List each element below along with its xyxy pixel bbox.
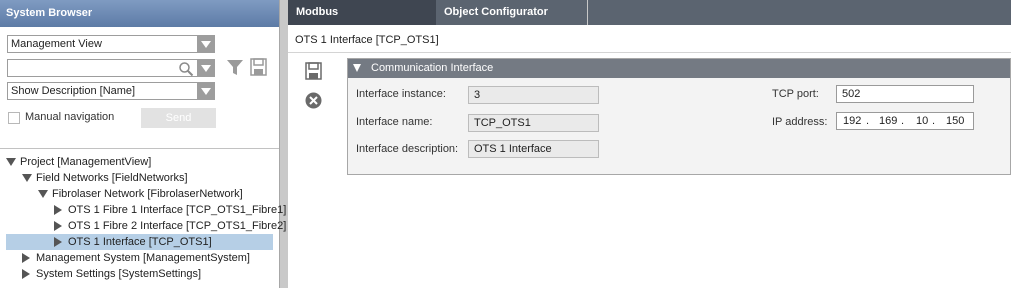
tree-item[interactable]: OTS 1 Fibre 2 Interface [TCP_OTS1_Fibre2… bbox=[0, 218, 286, 234]
tree-item[interactable]: Fibrolaser Network [FibrolaserNetwork] bbox=[0, 186, 279, 202]
chevron-down-icon[interactable] bbox=[197, 36, 214, 52]
tab-modbus[interactable]: Modbus bbox=[288, 0, 436, 25]
object-title: OTS 1 Interface [TCP_OTS1] bbox=[295, 34, 439, 46]
tab-bar: Modbus Object Configurator bbox=[288, 0, 1011, 25]
ip-octet-2[interactable]: 169 bbox=[879, 113, 897, 129]
ip-address-label: IP address: bbox=[772, 116, 828, 128]
expand-right-icon[interactable] bbox=[22, 269, 30, 279]
system-browser-title: System Browser bbox=[0, 0, 279, 27]
interface-instance-field: 3 bbox=[468, 86, 599, 104]
divider bbox=[288, 52, 1011, 53]
chevron-down-icon[interactable] bbox=[197, 60, 214, 76]
ip-octet-4[interactable]: 150 bbox=[946, 113, 964, 129]
tree-item[interactable]: Management System [ManagementSystem] bbox=[0, 250, 279, 266]
view-select-value: Management View bbox=[11, 38, 102, 50]
expand-down-icon[interactable] bbox=[6, 158, 16, 166]
save-icon[interactable] bbox=[250, 58, 267, 76]
description-select[interactable]: Show Description [Name] bbox=[7, 82, 215, 100]
save-icon[interactable] bbox=[305, 62, 322, 80]
tree-item[interactable]: Field Networks [FieldNetworks] bbox=[0, 170, 279, 186]
tree-item-label: OTS 1 Fibre 1 Interface [TCP_OTS1_Fibre1… bbox=[68, 204, 287, 216]
expand-down-icon[interactable] bbox=[38, 190, 48, 198]
divider bbox=[0, 148, 279, 149]
tree-item[interactable]: OTS 1 Fibre 1 Interface [TCP_OTS1_Fibre1… bbox=[0, 202, 286, 218]
manual-navigation-checkbox[interactable] bbox=[8, 112, 20, 124]
tree-item-label: Fibrolaser Network [FibrolaserNetwork] bbox=[52, 188, 243, 200]
tree-item[interactable]: System Settings [SystemSettings] bbox=[0, 266, 279, 282]
view-select[interactable]: Management View bbox=[7, 35, 215, 53]
expand-right-icon[interactable] bbox=[54, 221, 62, 231]
filter-icon[interactable] bbox=[226, 59, 244, 76]
group-title: Communication Interface bbox=[371, 62, 494, 74]
tree-item[interactable]: Project [ManagementView] bbox=[0, 154, 279, 170]
expand-right-icon[interactable] bbox=[54, 237, 62, 247]
search-combo[interactable] bbox=[7, 59, 215, 77]
ip-octet-1[interactable]: 192 bbox=[843, 113, 861, 129]
search-icon[interactable] bbox=[178, 61, 194, 77]
communication-interface-group: Communication Interface Interface instan… bbox=[347, 58, 1011, 175]
collapse-icon[interactable] bbox=[353, 64, 361, 72]
interface-instance-label: Interface instance: bbox=[356, 88, 446, 100]
tree-item-label: Field Networks [FieldNetworks] bbox=[36, 172, 188, 184]
object-panel: Modbus Object Configurator OTS 1 Interfa… bbox=[288, 0, 1011, 288]
description-select-value: Show Description [Name] bbox=[11, 85, 136, 97]
tab-object-configurator[interactable]: Object Configurator bbox=[436, 0, 588, 25]
tree-item-label: System Settings [SystemSettings] bbox=[36, 268, 202, 280]
system-browser-panel: System Browser Management View Show Desc… bbox=[0, 0, 286, 288]
tree-item-label: OTS 1 Fibre 2 Interface [TCP_OTS1_Fibre2… bbox=[68, 220, 287, 232]
interface-name-field: TCP_OTS1 bbox=[468, 114, 599, 132]
manual-navigation-label: Manual navigation bbox=[25, 111, 115, 123]
ip-address-input[interactable]: 192 . 169 . 10 . 150 bbox=[836, 112, 974, 130]
ip-dot: . bbox=[932, 115, 936, 127]
tcp-port-label: TCP port: bbox=[772, 88, 819, 100]
interface-name-label: Interface name: bbox=[356, 116, 433, 128]
expand-right-icon[interactable] bbox=[54, 205, 62, 215]
send-button[interactable]: Send bbox=[141, 108, 216, 128]
interface-description-field: OTS 1 Interface bbox=[468, 140, 599, 158]
ip-dot: . bbox=[866, 115, 870, 127]
expand-right-icon[interactable] bbox=[22, 253, 30, 263]
tree-item-label: OTS 1 Interface [TCP_OTS1] bbox=[68, 236, 212, 248]
chevron-down-icon[interactable] bbox=[197, 83, 214, 99]
tree-item[interactable]: OTS 1 Interface [TCP_OTS1] bbox=[6, 234, 273, 250]
interface-description-label: Interface description: bbox=[356, 143, 459, 155]
ip-octet-3[interactable]: 10 bbox=[916, 113, 928, 129]
tree-item-label: Project [ManagementView] bbox=[20, 156, 152, 168]
group-header[interactable]: Communication Interface bbox=[348, 59, 1010, 78]
tcp-port-input[interactable]: 502 bbox=[836, 85, 974, 103]
ip-dot: . bbox=[901, 115, 905, 127]
tree-item-label: Management System [ManagementSystem] bbox=[36, 252, 250, 264]
expand-down-icon[interactable] bbox=[22, 174, 32, 182]
cancel-icon[interactable] bbox=[305, 92, 322, 109]
system-tree: Project [ManagementView] Field Networks [… bbox=[0, 154, 286, 282]
